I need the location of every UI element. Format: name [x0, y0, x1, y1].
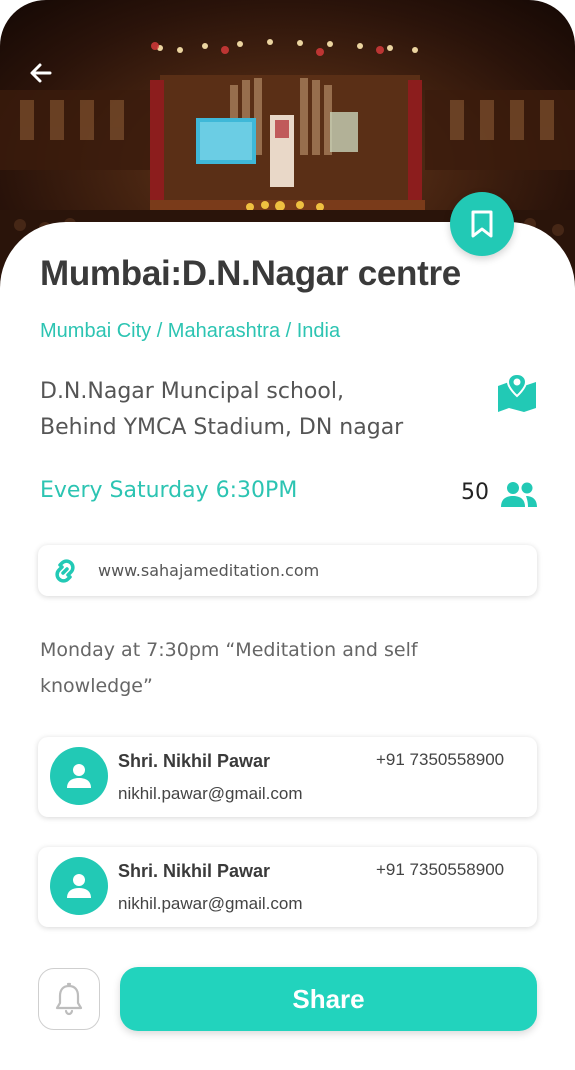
notify-button[interactable]: [38, 968, 100, 1030]
contact-card: Shri. Nikhil Pawar +91 7350558900 nikhil…: [38, 737, 537, 817]
address-line-2: Behind YMCA Stadium, DN nagar: [40, 415, 404, 440]
avatar: [50, 747, 108, 805]
phone-screen: Mumbai:D.N.Nagar centre Mumbai City / Ma…: [0, 0, 575, 1070]
bookmark-button[interactable]: [450, 192, 514, 256]
back-button[interactable]: [26, 58, 56, 88]
people-icon: [500, 480, 538, 508]
user-icon: [67, 874, 91, 898]
address: D.N.Nagar Muncipal school, Behind YMCA S…: [40, 374, 403, 446]
avatar: [50, 857, 108, 915]
contact-email[interactable]: nikhil.pawar@gmail.com: [118, 784, 303, 804]
address-line-1: D.N.Nagar Muncipal school,: [40, 379, 344, 404]
arrow-left-icon: [30, 63, 52, 83]
bell-icon: [55, 982, 83, 1016]
bookmark-icon: [471, 210, 493, 238]
contact-card: Shri. Nikhil Pawar +91 7350558900 nikhil…: [38, 847, 537, 927]
website-link-card[interactable]: www.sahajameditation.com: [38, 545, 537, 596]
attendee-count: 50: [461, 480, 489, 505]
website-url[interactable]: www.sahajameditation.com: [98, 561, 319, 580]
page-title: Mumbai:D.N.Nagar centre: [40, 254, 461, 293]
schedule-text: Every Saturday 6:30PM: [40, 478, 298, 503]
share-label: Share: [292, 983, 365, 1014]
contact-name: Shri. Nikhil Pawar: [118, 751, 271, 771]
user-icon: [67, 764, 91, 788]
link-icon: [52, 558, 78, 584]
contact-phone[interactable]: +91 7350558900: [376, 750, 504, 770]
contact-email[interactable]: nikhil.pawar@gmail.com: [118, 894, 303, 914]
location-breadcrumb[interactable]: Mumbai City / Maharashtra / India: [40, 320, 340, 343]
contact-phone[interactable]: +91 7350558900: [376, 860, 504, 880]
description: Monday at 7:30pm “Meditation and self kn…: [40, 639, 418, 697]
map-pin-icon[interactable]: [496, 372, 538, 412]
share-button[interactable]: Share: [120, 967, 537, 1031]
contact-name: Shri. Nikhil Pawar: [118, 861, 271, 881]
